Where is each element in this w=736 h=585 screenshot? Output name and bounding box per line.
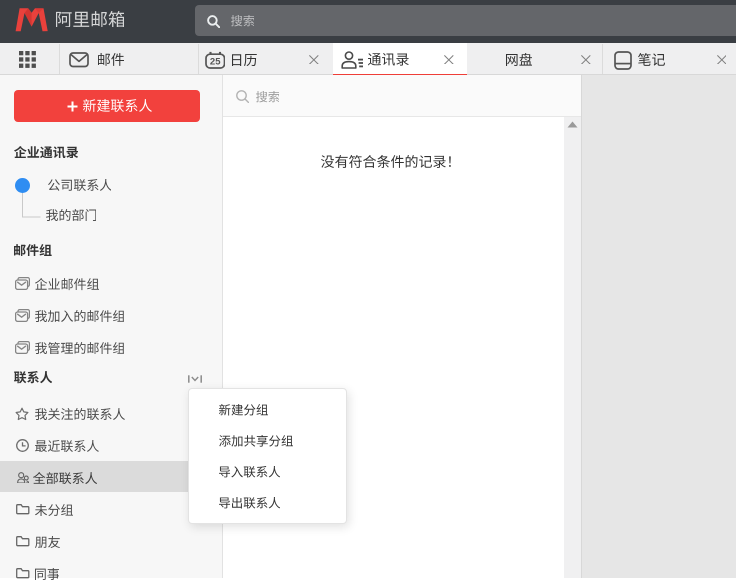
svg-text:25: 25 [209,57,220,68]
